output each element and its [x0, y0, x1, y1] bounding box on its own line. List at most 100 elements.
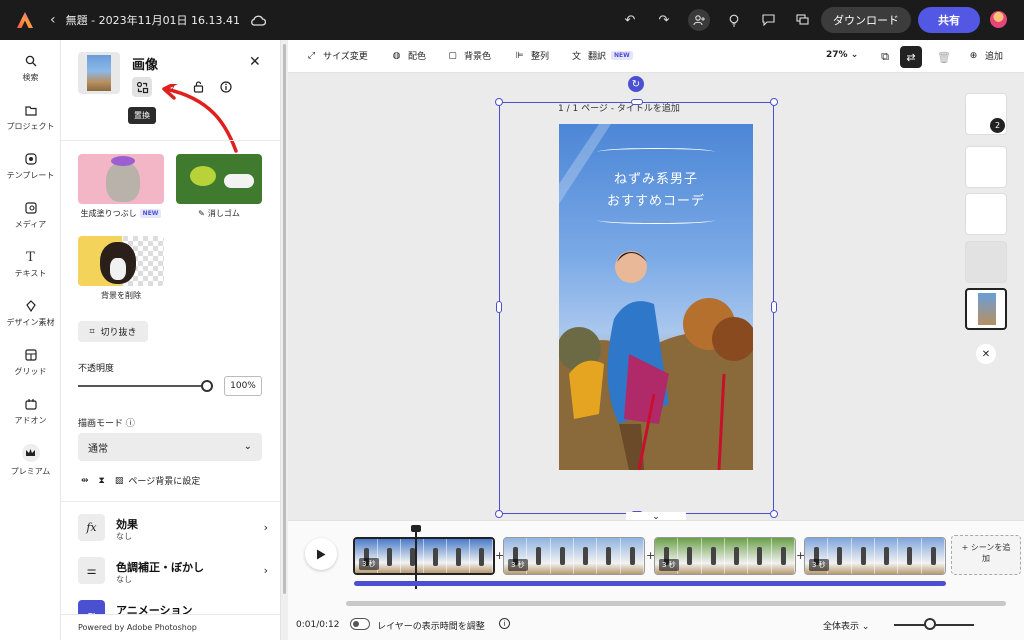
timeline-clip[interactable]: 3 秒 — [353, 537, 495, 575]
nav-item-text[interactable]: T テキスト — [0, 250, 61, 279]
red-annotation-arrow-icon — [162, 84, 238, 153]
nav-label: テンプレート — [6, 171, 55, 180]
nav-item-search[interactable]: 検索 — [0, 54, 61, 83]
flip-vertical-icon[interactable]: ⧗ — [99, 476, 105, 486]
redo-icon[interactable]: ↷ — [654, 10, 674, 30]
background-color-button[interactable]: ▢ 背景色 — [446, 49, 492, 63]
clip-frame — [597, 538, 621, 574]
comment-icon[interactable] — [758, 10, 778, 30]
selection-box[interactable] — [495, 98, 778, 518]
translate-button[interactable]: 文翻訳 NEW — [570, 49, 633, 62]
copy-icon[interactable]: ⧉ — [874, 46, 896, 68]
timeline-clip[interactable]: 3 秒 — [654, 537, 796, 575]
add-scene-button[interactable]: + シーンを追加 — [951, 535, 1021, 575]
lightbulb-icon[interactable] — [724, 10, 744, 30]
resize-handle[interactable] — [496, 301, 502, 313]
trash-icon[interactable]: 🗑 — [933, 46, 955, 68]
page-thumbnail[interactable]: 2 — [965, 93, 1007, 135]
feature-label: 背景を削除 — [101, 291, 141, 300]
resize-handle[interactable] — [495, 510, 503, 518]
opacity-slider-handle[interactable] — [201, 380, 213, 392]
document-title[interactable]: 無題 - 2023年11月01日 16.13.41 — [66, 12, 240, 28]
nav-item-premium[interactable]: プレミアム — [0, 444, 61, 477]
nav-item-addons[interactable]: アドオン — [0, 397, 61, 426]
nav-item-grid[interactable]: グリッド — [0, 348, 61, 377]
adobe-express-logo-icon[interactable] — [14, 9, 36, 31]
chevron-right-icon: › — [263, 521, 268, 534]
invite-user-icon[interactable] — [688, 9, 710, 31]
info-icon[interactable]: ⓘ — [126, 419, 135, 429]
opacity-slider-track[interactable] — [78, 385, 208, 387]
page-background-button[interactable]: ▨ ページ背景に設定 — [114, 474, 200, 488]
view-all-dropdown[interactable]: 全体表示 ⌄ — [823, 619, 869, 632]
clip-frame — [701, 538, 725, 574]
close-icon[interactable]: ✕ — [249, 54, 261, 70]
nav-label: プロジェクト — [6, 122, 55, 131]
resize-handle[interactable] — [495, 98, 503, 106]
addon-icon — [24, 397, 38, 411]
effects-section[interactable]: fx 効果 なし › — [78, 514, 268, 544]
arrange-button[interactable]: ⊫ 整列 — [513, 49, 549, 63]
new-badge: NEW — [139, 209, 162, 218]
blend-mode-select[interactable]: 通常 ⌄ — [78, 433, 262, 461]
resize-button[interactable]: ⤢ サイズ変更 — [305, 49, 368, 63]
nav-item-projects[interactable]: プロジェクト — [0, 103, 61, 132]
timeline-zoom-handle[interactable] — [924, 618, 936, 630]
clip-frame — [748, 538, 772, 574]
remove-background-thumbnail — [78, 236, 164, 286]
page-count-badge: 2 — [990, 118, 1005, 133]
remove-background-feature[interactable]: 背景を削除 — [78, 236, 164, 301]
present-icon[interactable] — [792, 10, 812, 30]
back-chevron-icon[interactable]: ‹ — [50, 12, 56, 28]
timeline-clip[interactable]: 3 秒 — [503, 537, 645, 575]
panel-scrollbar[interactable] — [281, 40, 288, 640]
nav-item-design-assets[interactable]: デザイン素材 — [0, 299, 61, 328]
share-button[interactable]: 共有 — [918, 7, 980, 33]
timeline-progress-bar[interactable] — [354, 581, 946, 586]
crop-button[interactable]: ⌗ 切り抜き — [78, 321, 148, 342]
playhead[interactable] — [411, 525, 421, 589]
resize-handle[interactable] — [770, 510, 778, 518]
timeline-clip[interactable]: 3 秒 — [804, 537, 946, 575]
download-button[interactable]: ダウンロード — [821, 7, 911, 33]
opacity-input[interactable]: 100% — [224, 376, 262, 396]
blend-mode-label: 描画モード ⓘ — [78, 419, 135, 429]
undo-icon[interactable]: ↶ — [620, 10, 640, 30]
close-icon[interactable]: ✕ — [976, 344, 996, 364]
zoom-level[interactable]: 27% ⌄ — [826, 50, 858, 60]
resize-handle[interactable] — [631, 99, 643, 105]
translate-icon: 文 — [571, 52, 581, 62]
color-scheme-button[interactable]: ◍ 配色 — [390, 49, 426, 63]
avatar[interactable] — [990, 11, 1007, 28]
nav-label: メディア — [14, 220, 47, 229]
page-thumbnail[interactable] — [965, 146, 1007, 188]
page-thumbnail[interactable] — [965, 241, 1007, 283]
info-icon[interactable]: i — [499, 618, 510, 629]
nav-item-templates[interactable]: テンプレート — [0, 152, 61, 181]
resize-handle[interactable] — [770, 98, 778, 106]
rotate-icon[interactable]: ↻ — [628, 76, 644, 92]
clip-frame — [874, 538, 899, 574]
flip-horizontal-icon[interactable]: ⇹ — [81, 476, 89, 486]
adjust-sliders-icon: ⚌ — [78, 557, 105, 584]
background-label: 背景色 — [464, 52, 492, 62]
eraser-feature[interactable]: ✎ 消しゴム — [176, 154, 262, 219]
layer-duration-toggle[interactable] — [350, 618, 370, 630]
page-thumbnail[interactable] — [965, 193, 1007, 235]
resize-handle[interactable] — [771, 301, 777, 313]
add-button[interactable]: ⊕ 追加 — [967, 49, 1003, 63]
timeline-scrollbar[interactable] — [346, 601, 1006, 606]
nav-item-media[interactable]: メディア — [0, 201, 61, 230]
page-thumbnail-selected[interactable] — [965, 288, 1007, 330]
play-icon[interactable] — [305, 538, 337, 570]
replace-mode-icon[interactable]: ⇄ — [900, 46, 922, 68]
canvas-area[interactable]: ↻ 1 / 1 ページ - タイトルを追加 ねずみ系男子 おすすめコーデ ⌄ — [288, 73, 956, 524]
replace-icon[interactable] — [132, 77, 152, 97]
grid-icon — [24, 348, 38, 362]
pattern-icon: ▨ — [114, 475, 124, 486]
text-icon: T — [26, 249, 35, 265]
selected-image-thumbnail — [78, 52, 120, 94]
chevron-down-icon: ⌄ — [861, 622, 870, 632]
generative-fill-feature[interactable]: 生成塗りつぶし NEW — [78, 154, 164, 219]
adjustments-section[interactable]: ⚌ 色調補正・ぼかし なし › — [78, 557, 268, 587]
